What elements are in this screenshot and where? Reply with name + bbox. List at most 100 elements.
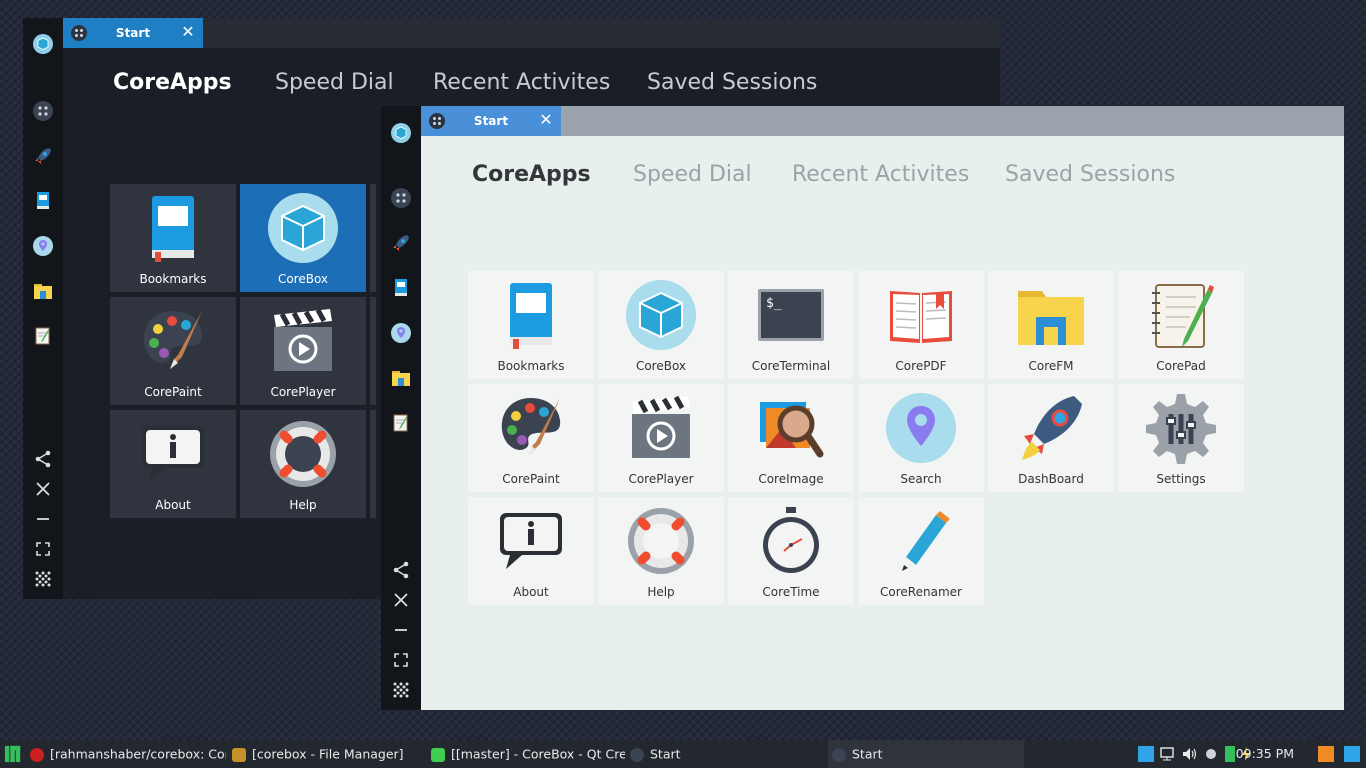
- tab-start[interactable]: Start ✕: [63, 18, 203, 48]
- app-tile-coreterminal[interactable]: $_ CoreTerminal: [728, 271, 854, 379]
- lifebuoy-icon: [270, 421, 336, 487]
- tab-bar: Start ✕: [63, 18, 1000, 48]
- rocket-icon[interactable]: [33, 146, 53, 166]
- task-file-manager[interactable]: [corebox - File Manager]: [232, 740, 424, 768]
- dashboard-icon: [429, 113, 445, 129]
- update-icon[interactable]: [1318, 746, 1334, 762]
- taskbar: [rahmanshaber/corebox: Com... [corebox -…: [0, 740, 1366, 768]
- app-tile-coretime[interactable]: CoreTime: [728, 497, 854, 605]
- corebox-icon[interactable]: [33, 34, 53, 54]
- dashboard-icon[interactable]: [391, 188, 411, 208]
- corebox-icon[interactable]: [391, 123, 411, 143]
- share-icon[interactable]: [391, 560, 411, 580]
- tab-saved-sessions[interactable]: Saved Sessions: [1005, 162, 1175, 222]
- qt-creator-icon: [431, 747, 445, 762]
- tab-start[interactable]: Start ✕: [421, 106, 561, 136]
- apps-grid-icon[interactable]: [391, 680, 411, 700]
- lifebuoy-icon: [628, 508, 694, 574]
- sidebar: [23, 18, 63, 599]
- folder-icon[interactable]: [33, 281, 53, 301]
- palette-icon: [501, 398, 561, 456]
- tab-close-icon[interactable]: ✕: [537, 110, 555, 130]
- app-tile-corerenamer[interactable]: CoreRenamer: [858, 497, 984, 605]
- app-tile-coreplayer[interactable]: CorePlayer: [240, 297, 366, 405]
- clock[interactable]: 09:35 PM: [1236, 740, 1294, 768]
- app-tile-settings[interactable]: Settings: [1118, 384, 1244, 492]
- bookmarks-icon: [510, 283, 552, 349]
- notepad-icon[interactable]: [391, 413, 411, 433]
- dashboard-icon[interactable]: [33, 101, 53, 121]
- app-tile-corebox[interactable]: CoreBox: [240, 184, 366, 292]
- tab-close-icon[interactable]: ✕: [179, 22, 197, 42]
- minimize-icon[interactable]: [33, 509, 53, 529]
- notepad-icon[interactable]: [33, 326, 53, 346]
- pencil-icon: [902, 511, 950, 571]
- task-start-1[interactable]: Start: [630, 740, 820, 768]
- task-start-2[interactable]: Start: [828, 740, 1024, 768]
- minimize-icon[interactable]: [391, 620, 411, 640]
- opera-icon: [30, 747, 44, 762]
- clapperboard-icon: [632, 395, 690, 458]
- folder-icon: [1018, 291, 1084, 345]
- start-menu-button[interactable]: [4, 740, 24, 768]
- rocket-icon[interactable]: [391, 233, 411, 253]
- search-pin-icon[interactable]: [33, 236, 53, 256]
- close-icon[interactable]: [391, 590, 411, 610]
- app-tile-bookmarks[interactable]: Bookmarks: [110, 184, 236, 292]
- app-tile-coreplayer[interactable]: CorePlayer: [598, 384, 724, 492]
- bookmarks-icon[interactable]: [391, 278, 411, 298]
- tab-speed-dial[interactable]: Speed Dial: [633, 162, 752, 222]
- info-icon: [500, 513, 562, 569]
- pdf-book-icon: [890, 291, 952, 343]
- bookmarks-icon: [152, 196, 194, 262]
- app-tile-partial: [370, 410, 376, 518]
- show-desktop-icon[interactable]: [1344, 746, 1360, 762]
- app-tile-about[interactable]: About: [468, 497, 594, 605]
- dashboard-icon: [71, 25, 87, 41]
- search-pin-icon[interactable]: [391, 323, 411, 343]
- app-tile-partial: [370, 297, 376, 405]
- network-icon[interactable]: [1159, 746, 1175, 762]
- task-qt-creator[interactable]: [[master] - CoreBox - Qt Cre...: [431, 740, 625, 768]
- corebox-icon: [626, 280, 696, 350]
- tab-recent-activities[interactable]: Recent Activites: [792, 162, 969, 222]
- folder-icon[interactable]: [391, 368, 411, 388]
- task-browser[interactable]: [rahmanshaber/corebox: Com...: [30, 740, 226, 768]
- tab-coreapps[interactable]: CoreApps: [472, 162, 591, 222]
- stopwatch-icon: [763, 507, 819, 573]
- brightness-icon[interactable]: [1203, 746, 1219, 762]
- app-tile-corepaint[interactable]: CorePaint: [110, 297, 236, 405]
- manjaro-logo-icon: [4, 745, 21, 763]
- volume-icon[interactable]: [1181, 746, 1197, 762]
- image-magnifier-icon: [760, 402, 824, 458]
- sidebar: [381, 106, 421, 710]
- app-tile-corefm[interactable]: CoreFM: [988, 271, 1114, 379]
- palette-icon: [143, 311, 203, 369]
- app-tile-corepaint[interactable]: CorePaint: [468, 384, 594, 492]
- battery-icon[interactable]: [1225, 746, 1235, 762]
- gear-icon: [1146, 394, 1216, 464]
- app-tile-bookmarks[interactable]: Bookmarks: [468, 271, 594, 379]
- dashboard-icon: [832, 747, 846, 762]
- app-tile-corepdf[interactable]: CorePDF: [858, 271, 984, 379]
- clipboard-tray-icon[interactable]: [1138, 746, 1154, 762]
- bookmarks-icon[interactable]: [33, 191, 53, 211]
- share-icon[interactable]: [33, 449, 53, 469]
- close-icon[interactable]: [33, 479, 53, 499]
- app-tile-search[interactable]: Search: [858, 384, 984, 492]
- tab-speed-dial[interactable]: Speed Dial: [275, 70, 394, 130]
- app-tile-corebox[interactable]: CoreBox: [598, 271, 724, 379]
- app-tile-about[interactable]: About: [110, 410, 236, 518]
- clapperboard-icon: [274, 308, 332, 371]
- tab-label: Start: [473, 114, 509, 128]
- fullscreen-icon[interactable]: [391, 650, 411, 670]
- app-tile-coreimage[interactable]: CoreImage: [728, 384, 854, 492]
- app-tile-corepad[interactable]: CorePad: [1118, 271, 1244, 379]
- corebox-icon: [268, 193, 338, 263]
- app-tile-help[interactable]: Help: [598, 497, 724, 605]
- fullscreen-icon[interactable]: [33, 539, 53, 559]
- tab-coreapps[interactable]: CoreApps: [113, 70, 232, 130]
- app-tile-dashboard[interactable]: DashBoard: [988, 384, 1114, 492]
- apps-grid-icon[interactable]: [33, 569, 53, 589]
- app-tile-help[interactable]: Help: [240, 410, 366, 518]
